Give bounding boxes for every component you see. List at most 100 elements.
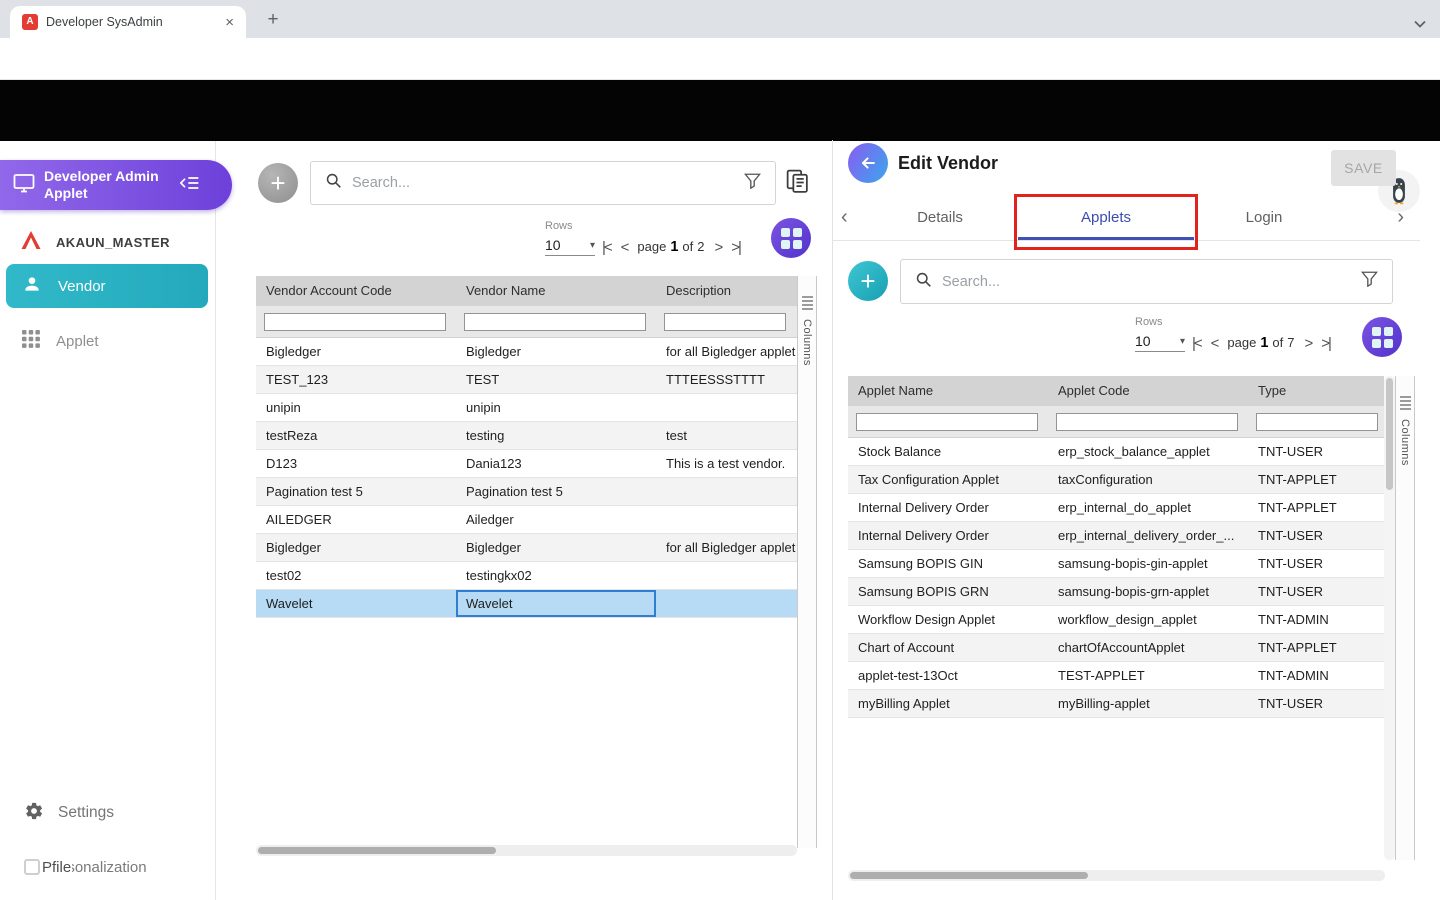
table-cell[interactable]: Workflow Design Applet [848,606,1048,633]
table-row[interactable]: BigledgerBigledgerfor all Bigledger appl… [256,338,797,366]
table-cell[interactable]: TNT-USER [1248,690,1384,717]
view-grid-button[interactable] [1362,317,1402,357]
horizontal-scrollbar[interactable] [256,845,797,856]
table-cell[interactable]: erp_internal_delivery_order_... [1048,522,1248,549]
table-row[interactable]: test02testingkx02 [256,562,797,590]
table-cell[interactable]: taxConfiguration [1048,466,1248,493]
table-cell[interactable]: test02 [256,562,456,589]
table-cell[interactable]: TNT-APPLET [1248,466,1384,493]
column-header[interactable]: Applet Code [1048,376,1248,406]
table-cell[interactable]: TNT-USER [1248,438,1384,465]
scrollbar-thumb[interactable] [258,847,496,854]
horizontal-scrollbar[interactable] [848,870,1385,881]
tab-login[interactable]: Login [1194,196,1334,240]
table-row[interactable]: WaveletWavelet [256,590,797,618]
sidebar-applet-banner[interactable]: Developer Admin Applet [0,160,232,210]
table-cell[interactable]: Internal Delivery Order [848,522,1048,549]
drag-grip-icon[interactable] [802,296,813,310]
table-row[interactable]: Chart of AccountchartOfAccountAppletTNT-… [848,634,1384,662]
sidebar-item-akaun-master[interactable]: AKAUN_MASTER [0,224,216,260]
table-cell[interactable]: TEST [456,366,656,393]
column-header[interactable]: Description [656,276,797,306]
filter-icon[interactable] [1361,271,1378,292]
table-cell[interactable] [656,394,797,421]
columns-side-tab[interactable]: Columns [1395,376,1415,860]
table-cell[interactable]: myBilling-applet [1048,690,1248,717]
table-cell[interactable]: D123 [256,450,456,477]
prev-page-button[interactable]: < [1211,335,1218,352]
table-cell[interactable]: testReza [256,422,456,449]
pages-icon[interactable] [784,168,811,200]
tabs-scroll-right-icon[interactable]: › [1397,206,1404,229]
view-grid-button[interactable] [771,218,811,258]
drag-grip-icon[interactable] [1400,396,1411,410]
table-cell[interactable] [656,506,797,533]
table-cell[interactable]: Pagination test 5 [456,478,656,505]
column-filter-input[interactable] [664,313,786,331]
table-cell[interactable]: Samsung BOPIS GIN [848,550,1048,577]
table-row[interactable]: testRezatestingtest [256,422,797,450]
table-cell[interactable]: samsung-bopis-grn-applet [1048,578,1248,605]
table-cell[interactable]: for all Bigledger applet [656,534,797,561]
vendor-search-box[interactable] [310,161,776,205]
table-row[interactable]: Samsung BOPIS GRNsamsung-bopis-grn-apple… [848,578,1384,606]
sidebar-item-applet[interactable]: Applet [0,322,216,360]
tabs-scroll-left-icon[interactable]: ‹ [841,206,848,229]
table-cell[interactable]: Dania123 [456,450,656,477]
last-page-button[interactable]: >| [731,239,740,256]
table-row[interactable]: Pagination test 5Pagination test 5 [256,478,797,506]
columns-side-tab[interactable]: Columns [797,276,817,848]
sidebar-item-vendor[interactable]: Vendor [6,264,208,308]
table-cell[interactable]: TEST_123 [256,366,456,393]
table-cell[interactable] [656,478,797,505]
column-filter-input[interactable] [856,413,1038,431]
filter-icon[interactable] [744,173,761,194]
table-row[interactable]: BigledgerBigledgerfor all Bigledger appl… [256,534,797,562]
table-cell[interactable]: Internal Delivery Order [848,494,1048,521]
table-row[interactable]: Tax Configuration ApplettaxConfiguration… [848,466,1384,494]
collapse-menu-icon[interactable] [180,175,200,196]
column-header[interactable]: Applet Name [848,376,1048,406]
table-cell[interactable]: AILEDGER [256,506,456,533]
table-row[interactable]: Internal Delivery Ordererp_internal_do_a… [848,494,1384,522]
table-cell[interactable]: TNT-USER [1248,522,1384,549]
next-page-button[interactable]: > [715,239,722,256]
column-filter-input[interactable] [1256,413,1378,431]
table-row[interactable]: D123Dania123This is a test vendor. [256,450,797,478]
table-cell[interactable]: myBilling Applet [848,690,1048,717]
next-page-button[interactable]: > [1305,335,1312,352]
scrollbar-thumb[interactable] [1386,378,1393,490]
sidebar-item-personalization[interactable]: Personalization Pfile [0,851,216,883]
browser-tab[interactable]: A Developer SysAdmin × [10,6,246,38]
column-header[interactable]: Type [1248,376,1384,406]
table-cell[interactable]: test [656,422,797,449]
first-page-button[interactable]: |< [602,239,611,256]
tab-search-chevron-icon[interactable] [1414,15,1426,33]
table-cell[interactable]: Bigledger [456,338,656,365]
table-cell[interactable]: testingkx02 [456,562,656,589]
prev-page-button[interactable]: < [621,239,628,256]
table-row[interactable]: Stock Balanceerp_stock_balance_appletTNT… [848,438,1384,466]
table-cell[interactable]: Stock Balance [848,438,1048,465]
column-filter-input[interactable] [1056,413,1238,431]
table-cell[interactable]: Bigledger [256,534,456,561]
column-filter-input[interactable] [264,313,446,331]
table-cell[interactable]: Pagination test 5 [256,478,456,505]
first-page-button[interactable]: |< [1192,335,1201,352]
table-cell[interactable]: This is a test vendor. [656,450,797,477]
table-cell[interactable]: applet-test-13Oct [848,662,1048,689]
table-cell[interactable]: erp_internal_do_applet [1048,494,1248,521]
table-row[interactable]: AILEDGERAiledger [256,506,797,534]
table-cell[interactable]: TNT-APPLET [1248,634,1384,661]
table-cell[interactable]: for all Bigledger applet [656,338,797,365]
sidebar-item-settings[interactable]: Settings [0,797,216,829]
table-cell[interactable]: Tax Configuration Applet [848,466,1048,493]
scrollbar-thumb[interactable] [850,872,1088,879]
table-cell[interactable]: TTTEESSSTTTT [656,366,797,393]
checkbox[interactable] [24,859,40,875]
applet-search-input[interactable] [942,274,1351,290]
table-cell[interactable] [656,590,797,617]
table-cell[interactable]: chartOfAccountApplet [1048,634,1248,661]
tab-close-icon[interactable]: × [223,15,236,30]
table-cell[interactable]: Wavelet [456,590,656,617]
